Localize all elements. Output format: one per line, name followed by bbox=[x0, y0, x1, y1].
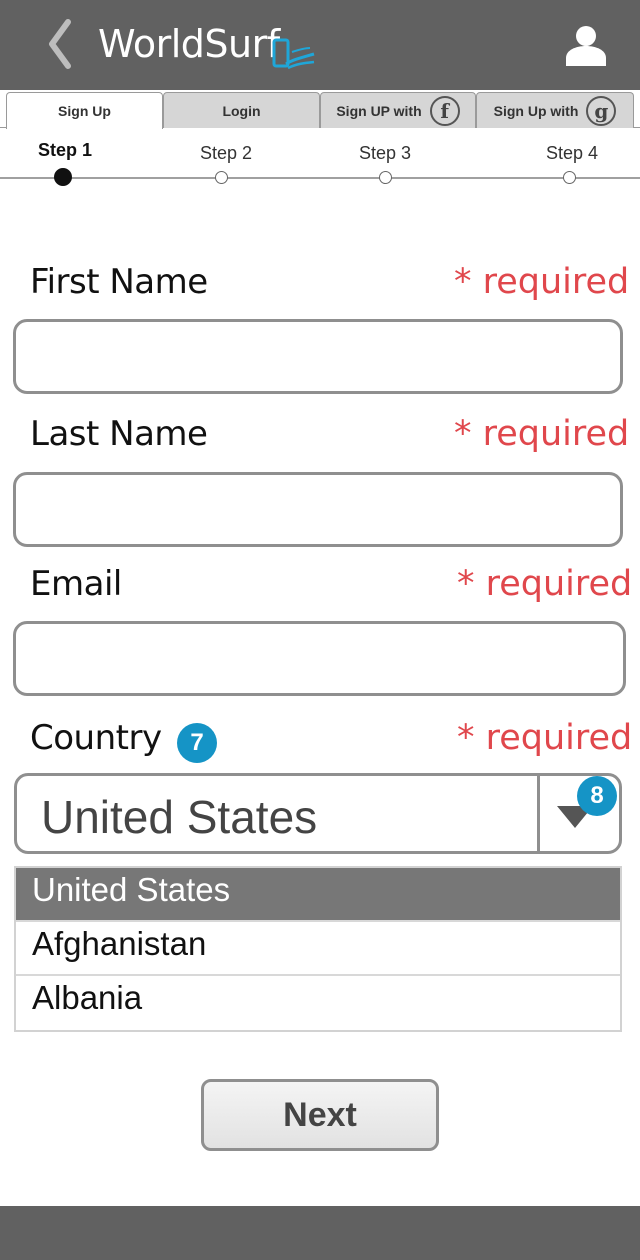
step-1-dot[interactable] bbox=[54, 168, 72, 186]
next-button[interactable]: Next bbox=[201, 1079, 439, 1151]
step-4-label: Step 4 bbox=[546, 143, 599, 163]
auth-tabs: Sign Up Login Sign UP with f Sign Up wit… bbox=[0, 90, 640, 129]
first-name-required: * required bbox=[454, 262, 630, 302]
chevron-left-icon[interactable] bbox=[44, 18, 76, 70]
step-1-label: Step 1 bbox=[38, 140, 93, 160]
email-required: * required bbox=[457, 564, 633, 604]
country-option[interactable]: Albania bbox=[16, 976, 620, 1030]
country-selected-value: United States bbox=[41, 791, 318, 843]
country-label: Country bbox=[30, 718, 162, 758]
step-2-dot[interactable] bbox=[215, 171, 228, 184]
last-name-field[interactable] bbox=[13, 472, 623, 547]
first-name-label: First Name bbox=[30, 262, 208, 302]
tab-sign-up-google[interactable]: Sign Up with g bbox=[476, 92, 634, 128]
app-title: WorldSurf bbox=[98, 22, 280, 66]
step-2-label: Step 2 bbox=[200, 143, 253, 163]
email-label: Email bbox=[30, 564, 122, 604]
user-icon[interactable] bbox=[564, 24, 608, 66]
step-3-label: Step 3 bbox=[359, 143, 412, 163]
first-name-field[interactable] bbox=[13, 319, 623, 394]
tab-sign-up-facebook[interactable]: Sign UP with f bbox=[320, 92, 476, 128]
last-name-required: * required bbox=[454, 414, 630, 454]
annotation-badge-8: 8 bbox=[577, 776, 617, 816]
step-progress: Step 1 Step 2 Step 3 Step 4 bbox=[0, 130, 640, 190]
step-4-dot[interactable] bbox=[563, 171, 576, 184]
step-3-dot[interactable] bbox=[379, 171, 392, 184]
google-icon: g bbox=[586, 95, 617, 126]
country-required: * required bbox=[457, 718, 633, 758]
select-divider bbox=[537, 776, 540, 851]
app-footer bbox=[0, 1206, 640, 1260]
last-name-label: Last Name bbox=[30, 414, 208, 454]
tab-label: Sign Up bbox=[58, 103, 111, 119]
country-select[interactable]: United States 8 bbox=[14, 773, 622, 854]
app-header: WorldSurf bbox=[0, 0, 640, 90]
tab-login[interactable]: Login bbox=[163, 92, 320, 128]
facebook-icon: f bbox=[429, 95, 460, 126]
surf-phone-logo-icon bbox=[272, 38, 315, 70]
tab-label: Sign UP with bbox=[336, 102, 422, 119]
country-options-list: United States Afghanistan Albania bbox=[14, 866, 622, 1032]
step-line bbox=[0, 177, 640, 179]
annotation-badge-7: 7 bbox=[177, 723, 217, 763]
country-option[interactable]: Afghanistan bbox=[16, 922, 620, 976]
tab-label: Sign Up with bbox=[493, 102, 579, 119]
tab-label: Login bbox=[222, 102, 261, 119]
country-option[interactable]: United States bbox=[16, 868, 620, 922]
tab-sign-up[interactable]: Sign Up bbox=[6, 92, 163, 129]
email-field[interactable] bbox=[13, 621, 626, 696]
